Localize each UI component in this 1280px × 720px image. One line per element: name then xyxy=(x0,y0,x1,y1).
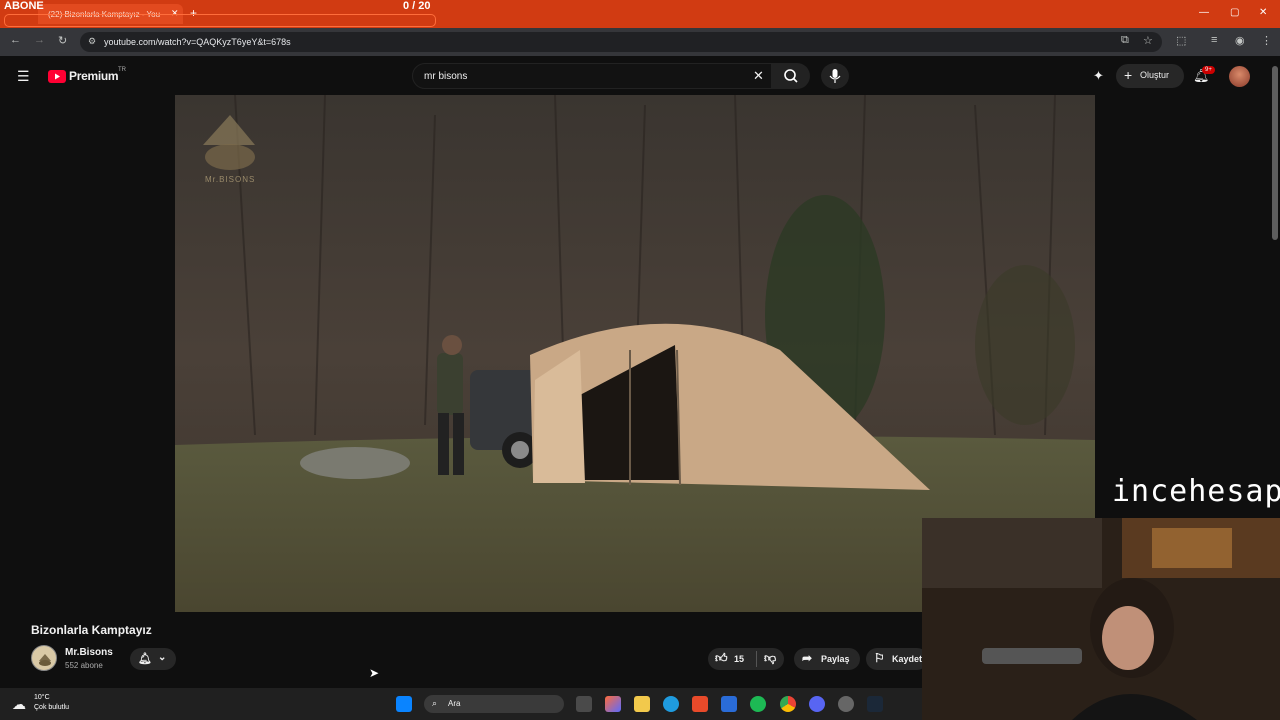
hamburger-menu-icon[interactable]: ☰ xyxy=(17,68,30,85)
chrome-icon[interactable] xyxy=(780,696,796,712)
webcam-feed xyxy=(922,518,1280,720)
windows-start-icon[interactable] xyxy=(396,696,412,712)
install-icon[interactable]: ⧉ xyxy=(1121,34,1129,47)
channel-name[interactable]: Mr.Bisons xyxy=(65,647,113,658)
weather-cloud-icon[interactable]: ☁ xyxy=(12,696,26,713)
profile-icon[interactable]: ◉ xyxy=(1235,34,1245,47)
minimize-icon[interactable]: — xyxy=(1199,7,1209,18)
region-code: TR xyxy=(118,67,126,73)
taskbar-search-icon: ⌕ xyxy=(432,698,438,708)
close-window-icon[interactable]: ✕ xyxy=(1259,7,1267,18)
address-bar[interactable]: ⚙ youtube.com/watch?v=QAQKyzT6yeY&t=678s xyxy=(80,32,1162,52)
extensions-icon[interactable]: ⬚ xyxy=(1176,34,1186,47)
taskbar-search-placeholder: Ara xyxy=(448,699,461,708)
overlay-progress-frame xyxy=(4,14,436,27)
maximize-icon[interactable]: ▢ xyxy=(1230,7,1239,18)
channel-avatar[interactable] xyxy=(31,645,57,671)
youtube-logo-icon[interactable] xyxy=(48,70,66,83)
taskbar-search[interactable]: ⌕ Ara xyxy=(424,695,564,713)
notification-badge: 9+ xyxy=(1202,66,1215,74)
like-divider xyxy=(756,651,757,667)
like-dislike-group: 👍︎ 15 👎︎ xyxy=(708,648,784,670)
weather-desc: Çok bulutlu xyxy=(34,704,70,711)
like-icon[interactable]: 👍︎ xyxy=(715,651,728,666)
bookmark-star-icon[interactable]: ☆ xyxy=(1143,34,1153,47)
create-label: Oluştur xyxy=(1140,70,1170,80)
app-icon[interactable] xyxy=(721,696,737,712)
voice-search-button[interactable] xyxy=(821,63,849,89)
scrollbar-thumb[interactable] xyxy=(1272,66,1278,240)
obs-icon[interactable] xyxy=(838,696,854,712)
file-explorer-icon[interactable] xyxy=(634,696,650,712)
save-label: Kaydet xyxy=(892,654,923,664)
subscription-bell-button[interactable]: 🔔︎ ⌄ xyxy=(130,648,176,670)
share-label: Paylaş xyxy=(821,654,850,664)
weather-widget[interactable]: 10°C Çok bulutlu xyxy=(34,693,69,713)
back-icon[interactable]: ← xyxy=(10,34,21,46)
video-title: Bizonlarla Kamptayız xyxy=(31,623,152,637)
spotify-icon[interactable] xyxy=(750,696,766,712)
bookmark-icon: ⚐ xyxy=(874,651,885,665)
forward-icon[interactable]: → xyxy=(34,34,45,46)
menu-dots-icon[interactable]: ⋮ xyxy=(1261,34,1272,47)
microphone-icon xyxy=(829,69,841,83)
site-info-icon[interactable]: ⚙ xyxy=(88,36,96,47)
create-button[interactable]: + Oluştur xyxy=(1116,64,1184,88)
webcam-image xyxy=(922,518,1280,720)
stream-watermark: incehesap xyxy=(1112,474,1280,509)
avatar[interactable] xyxy=(1229,66,1250,87)
bell-icon: 🔔︎ xyxy=(138,653,152,665)
clear-search-icon[interactable]: ✕ xyxy=(753,68,764,84)
overlay-counter: 0 / 20 xyxy=(403,0,431,12)
media-icon[interactable]: ≡ xyxy=(1211,34,1217,46)
subscriber-count: 552 abone xyxy=(65,661,103,670)
like-count: 15 xyxy=(734,654,745,664)
channel-watermark-caption: Mr.BISONS xyxy=(205,175,256,184)
mouse-cursor-icon: ➤ xyxy=(369,666,380,680)
dislike-icon[interactable]: 👎︎ xyxy=(764,651,776,666)
task-view-icon[interactable] xyxy=(576,696,592,712)
search-button[interactable] xyxy=(772,63,810,89)
search-input[interactable]: mr bisons xyxy=(412,63,772,89)
search-icon xyxy=(784,69,798,83)
steam-icon[interactable] xyxy=(867,696,883,712)
url-text: youtube.com/watch?v=QAQKyzT6yeY&t=678s xyxy=(104,37,291,47)
copilot-icon[interactable] xyxy=(605,696,621,712)
weather-temp: 10°C xyxy=(34,694,50,701)
discord-icon[interactable] xyxy=(809,696,825,712)
overlay-label: ABONE xyxy=(4,0,44,12)
plus-icon: + xyxy=(1124,67,1133,83)
chevron-down-icon: ⌄ xyxy=(158,652,167,663)
store-icon[interactable] xyxy=(692,696,708,712)
search-input-value: mr bisons xyxy=(424,71,468,82)
share-icon: ➦ xyxy=(802,651,813,665)
share-button[interactable]: ➦ Paylaş xyxy=(794,648,860,670)
save-button[interactable]: ⚐ Kaydet xyxy=(866,648,928,670)
edge-icon[interactable] xyxy=(663,696,679,712)
reload-icon[interactable]: ↻ xyxy=(58,34,67,47)
youtube-logo-text[interactable]: Premium xyxy=(69,69,119,83)
cast-sparkle-icon[interactable]: ✦ xyxy=(1093,68,1104,84)
